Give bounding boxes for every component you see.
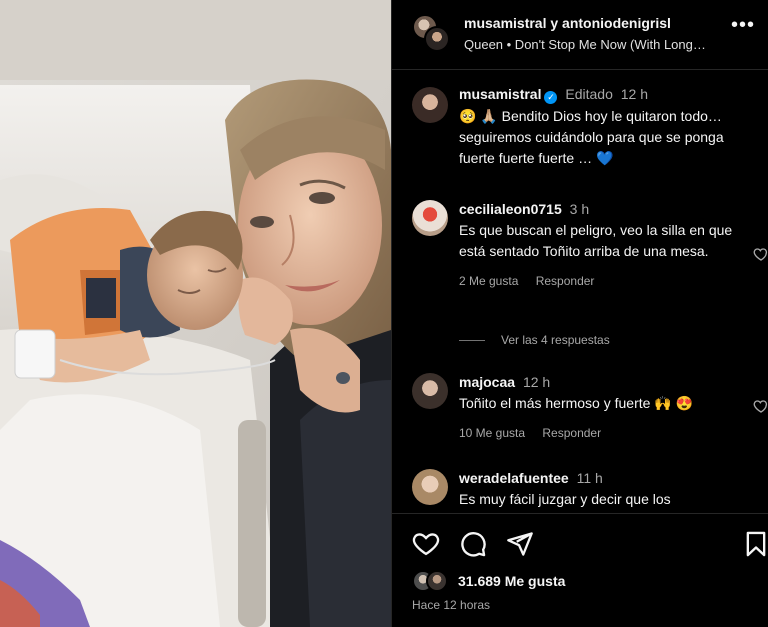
heart-icon[interactable] <box>753 398 768 414</box>
post-time[interactable]: Hace 12 horas <box>412 598 490 612</box>
comments-list[interactable]: musamistral ✓ Editado 12 h 🥺 🙏🏼 Bendito D… <box>392 71 768 513</box>
divider <box>459 339 485 341</box>
avatar <box>426 570 448 592</box>
comment-likes[interactable]: 2 Me gusta <box>459 274 518 288</box>
comment-likes[interactable]: 10 Me gusta <box>459 426 525 440</box>
comment-time[interactable]: 12 h <box>621 86 648 102</box>
comment-text: Es que buscan el peligro, veo la silla e… <box>459 222 733 259</box>
liker-avatars <box>412 570 456 592</box>
comment-text: Es muy fácil juzgar y decir que los <box>459 491 671 507</box>
verified-badge-icon: ✓ <box>544 91 558 104</box>
reply-button[interactable]: Responder <box>536 274 595 288</box>
view-replies-button[interactable]: Ver las 4 respuestas <box>459 333 610 347</box>
avatar[interactable] <box>412 200 448 236</box>
comment-icon[interactable] <box>459 530 487 558</box>
more-horizontal-icon[interactable]: ••• <box>731 14 755 37</box>
edited-label: Editado <box>565 86 613 102</box>
post-panel: musamistral y antoniodenigrisl Queen • D… <box>391 0 768 627</box>
comment-username[interactable]: musamistral <box>459 86 541 102</box>
reply-button[interactable]: Responder <box>542 426 601 440</box>
comment-text: Toñito el más hermoso y fuerte 🙌 😍 <box>459 395 694 411</box>
send-icon[interactable] <box>506 530 534 558</box>
likes-count[interactable]: 31.689 Me gusta <box>458 573 565 589</box>
comment-text: 🥺 🙏🏼 Bendito Dios hoy le quitaron todo… … <box>459 108 724 166</box>
comment-time[interactable]: 3 h <box>570 201 589 217</box>
avatar[interactable] <box>412 373 448 409</box>
avatar[interactable] <box>412 87 448 123</box>
heart-icon[interactable] <box>753 246 768 262</box>
avatar[interactable] <box>412 469 448 505</box>
post-authors[interactable]: musamistral y antoniodenigrisl <box>464 15 671 31</box>
post-actions: 31.689 Me gusta Hace 12 horas <box>392 513 768 627</box>
comment-time[interactable]: 11 h <box>577 470 603 486</box>
hospital-selfie-image <box>0 0 391 627</box>
avatar[interactable] <box>424 26 450 52</box>
likes-summary[interactable]: 31.689 Me gusta <box>412 570 565 592</box>
author-avatars[interactable] <box>412 14 450 52</box>
audio-track[interactable]: Queen • Don't Stop Me Now (With Long… <box>464 37 706 52</box>
bookmark-icon[interactable] <box>742 530 768 558</box>
post-header: musamistral y antoniodenigrisl Queen • D… <box>392 0 768 70</box>
view-replies-label[interactable]: Ver las 4 respuestas <box>501 333 610 347</box>
comment-username[interactable]: majocaa <box>459 374 515 390</box>
comment-username[interactable]: weradelafuentee <box>459 470 569 486</box>
comment-time[interactable]: 12 h <box>523 374 550 390</box>
comment-username[interactable]: cecilialeon0715 <box>459 201 562 217</box>
heart-icon[interactable] <box>412 530 440 558</box>
post-photo <box>0 0 391 627</box>
